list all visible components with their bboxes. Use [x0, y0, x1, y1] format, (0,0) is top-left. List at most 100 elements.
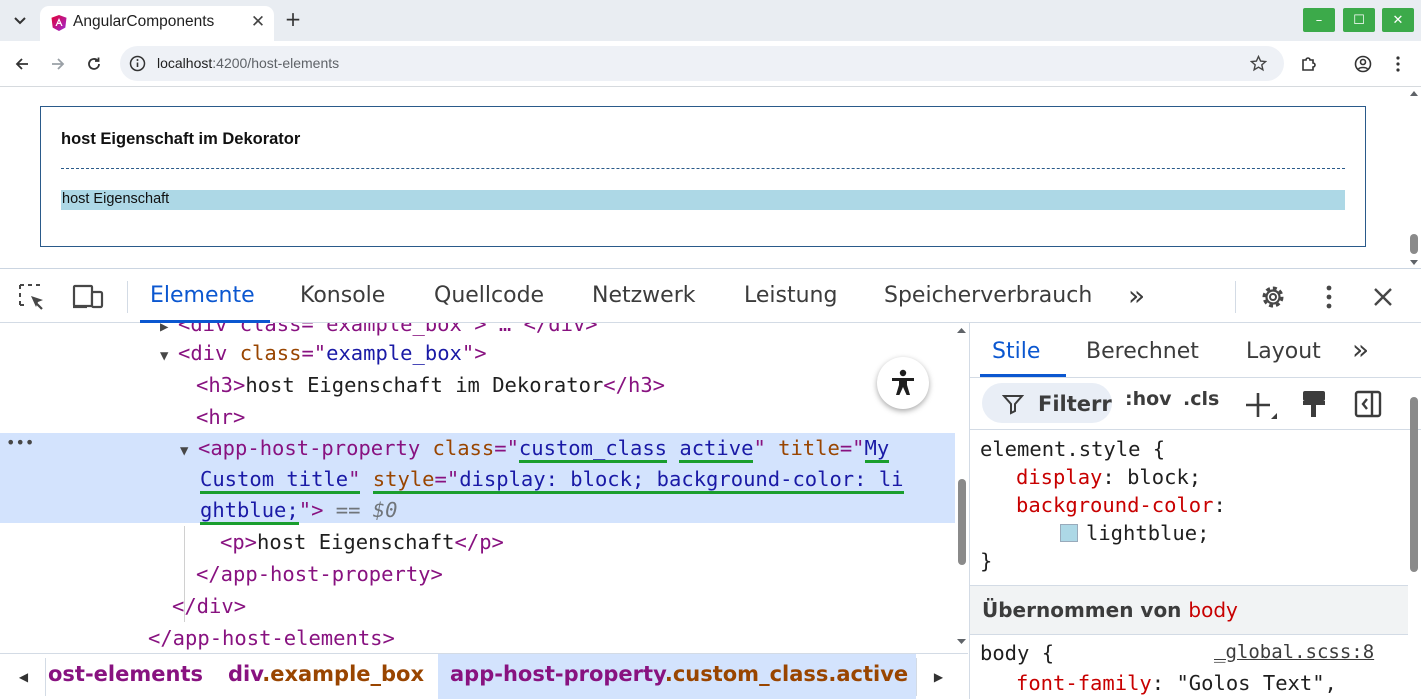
css-declaration-font-family[interactable]: font-family: "Golos Text", [1016, 669, 1337, 697]
collapse-arrow-icon[interactable]: ▼ [160, 340, 178, 372]
dom-tree[interactable]: ▶ <div class="example_box"> … </div> ▼ <di… [0, 323, 968, 653]
styles-scroll-thumb[interactable] [1410, 397, 1418, 572]
tab-memory[interactable]: Speicherverbrauch [884, 283, 1092, 308]
attr-value-title[interactable]: My [864, 436, 890, 463]
divider [970, 429, 1421, 430]
attr-value-style[interactable]: ghtblue; [200, 498, 299, 525]
new-tab-button[interactable]: + [282, 7, 304, 31]
scroll-up-icon[interactable] [957, 327, 966, 333]
breadcrumb-scroll-right-icon[interactable]: ▶ [916, 658, 960, 696]
accessibility-icon [892, 369, 914, 395]
close-window-button[interactable]: ✕ [1382, 8, 1414, 32]
minimize-window-button[interactable]: – [1303, 8, 1335, 32]
dom-node-example-box[interactable]: ▼ <div class="example_box"> [0, 337, 955, 369]
css-property-value[interactable]: lightblue; [1086, 521, 1209, 545]
forward-button[interactable] [46, 52, 70, 76]
toggle-sidebar-icon[interactable] [1354, 390, 1382, 418]
site-info-icon[interactable] [129, 55, 146, 72]
attr-value[interactable]: example_box [326, 341, 462, 365]
scroll-down-icon[interactable] [957, 639, 966, 645]
hover-state-toggle[interactable]: :hov [1125, 388, 1172, 410]
console-ref: == $0 [335, 498, 398, 522]
profile-button[interactable] [1351, 52, 1375, 76]
close-icon [1374, 288, 1392, 306]
tab-layout[interactable]: Layout [1246, 339, 1321, 364]
bookmark-star-icon[interactable] [1250, 55, 1267, 72]
breadcrumb-item-host-elements[interactable]: ost-elements [48, 662, 203, 686]
page-scrollbar[interactable] [1407, 88, 1421, 268]
device-toolbar-button[interactable] [72, 281, 104, 313]
dom-scroll-thumb[interactable] [958, 479, 966, 565]
attr-value-style[interactable]: display: block; background-color: li [459, 467, 904, 494]
browser-menu-button[interactable] [1386, 52, 1410, 76]
attr-value-active[interactable]: active [679, 436, 754, 463]
css-declaration-display[interactable]: display: block; [1016, 463, 1201, 491]
breadcrumb-item-div[interactable]: div.example_box [228, 662, 424, 686]
dom-node-close-app[interactable]: </app-host-property> [0, 558, 955, 590]
attr-value-custom-class[interactable]: custom_class [518, 436, 668, 463]
scroll-up-icon[interactable] [1410, 90, 1418, 96]
color-swatch[interactable] [1060, 524, 1078, 542]
styles-filter-input[interactable]: Filterr [982, 383, 1112, 423]
minimize-icon: – [1315, 12, 1323, 28]
closing-tag: </app-host-property> [196, 562, 443, 586]
tab-performance[interactable]: Leistung [744, 283, 837, 308]
dom-node-close-div[interactable]: </div> [0, 590, 955, 622]
paint-brush-icon[interactable] [1300, 389, 1328, 419]
element-style-selector[interactable]: element.style { [980, 435, 1165, 463]
accessibility-tree-button[interactable] [877, 357, 929, 409]
css-declaration-background[interactable]: background-color: [1016, 491, 1226, 519]
browser-tab-active[interactable]: AngularComponents ✕ [40, 6, 274, 41]
dom-node-hr[interactable]: <hr> [0, 401, 955, 433]
css-selector: body { [980, 641, 1055, 665]
example-divider [61, 168, 1345, 169]
dom-node-app-host-property-cont[interactable]: Custom title" style="display: block; bac… [0, 463, 955, 495]
dom-node-app-host-property-cont[interactable]: ghtblue;"> == $0 [0, 494, 955, 526]
css-property-name[interactable]: display [1016, 465, 1102, 489]
page-scroll-thumb[interactable] [1410, 234, 1418, 254]
css-property-value[interactable]: block; [1127, 465, 1201, 489]
dom-node-app-host-property[interactable]: ▼ <app-host-property class="custom_class … [0, 432, 955, 464]
add-style-rule-icon[interactable] [1245, 391, 1279, 421]
tab-console[interactable]: Konsole [300, 283, 385, 308]
more-tabs-icon[interactable]: » [1352, 333, 1369, 366]
body-rule-selector[interactable]: body { [980, 639, 1054, 667]
dom-text-node[interactable]: host Eigenschaft [257, 530, 454, 554]
tab-styles[interactable]: Stile [992, 339, 1040, 364]
close-tab-icon[interactable]: ✕ [248, 12, 268, 32]
attr-value-title[interactable]: Custom title [200, 467, 349, 494]
inherited-element-link[interactable]: body [1188, 598, 1237, 622]
devtools-menu-button[interactable] [1313, 281, 1345, 313]
page-viewport: host Eigenschaft im Dekorator host Eigen… [0, 88, 1421, 268]
close-devtools-button[interactable] [1367, 281, 1399, 313]
extensions-button[interactable] [1297, 52, 1321, 76]
scroll-down-icon[interactable] [1410, 260, 1418, 266]
dom-text-node[interactable]: host Eigenschaft im Dekorator [245, 373, 603, 397]
back-button[interactable] [10, 52, 34, 76]
css-property-value[interactable]: "Golos Text", [1176, 671, 1336, 695]
dom-node-p[interactable]: <p>host Eigenschaft</p> [0, 526, 955, 558]
more-tabs-icon[interactable]: » [1128, 279, 1145, 312]
breadcrumb-item-app-host-property[interactable]: app-host-property.custom_class.active [450, 662, 908, 686]
toolbar-divider [127, 281, 128, 313]
css-property-name[interactable]: font-family [1016, 671, 1152, 695]
tab-computed[interactable]: Berechnet [1086, 339, 1199, 364]
tab-sources[interactable]: Quellcode [434, 283, 544, 308]
address-bar[interactable]: localhost:4200/host-elements [120, 46, 1284, 81]
maximize-window-button[interactable]: ☐ [1343, 8, 1375, 32]
dom-node-h3[interactable]: <h3>host Eigenschaft im Dekorator</h3> [0, 369, 955, 401]
arrow-left-icon [15, 58, 28, 70]
css-declaration-background-value[interactable]: lightblue; [1060, 519, 1209, 547]
inspect-element-button[interactable] [16, 281, 48, 313]
tab-elements[interactable]: Elemente [150, 283, 255, 308]
tab-search-button[interactable] [8, 9, 32, 33]
class-toggle[interactable]: .cls [1183, 388, 1219, 410]
tag-name: <hr> [196, 405, 246, 429]
reload-button[interactable] [82, 52, 106, 76]
devtools-settings-button[interactable] [1257, 281, 1289, 313]
dom-node-close-elements[interactable]: </app-host-elements> [0, 622, 955, 653]
breadcrumb-scroll-left-icon[interactable]: ◀ [2, 658, 46, 696]
css-property-name[interactable]: background-color [1016, 493, 1213, 517]
stylesheet-source-link[interactable]: _global.scss:8 [1214, 641, 1374, 663]
tab-network[interactable]: Netzwerk [592, 283, 695, 308]
